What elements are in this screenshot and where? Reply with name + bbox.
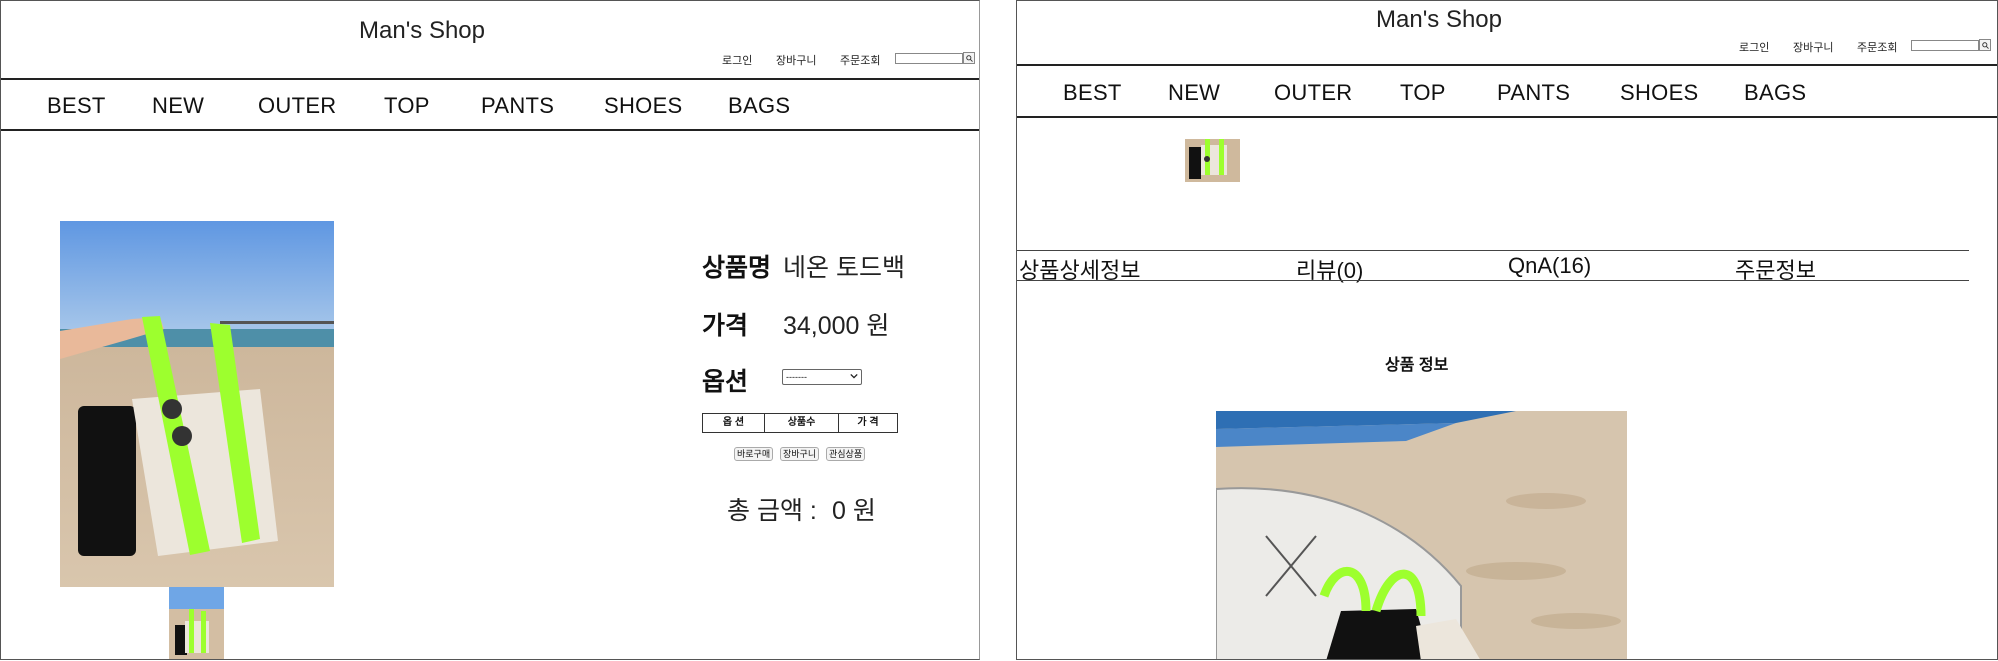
product-page-right: Man's Shop 로그인 장바구니 주문조회 BEST NEW OUTER … [1016, 0, 1998, 660]
login-link[interactable]: 로그인 [1739, 39, 1769, 55]
nav-top-divider [1017, 64, 1997, 66]
product-name-label: 상품명 [702, 254, 772, 282]
nav-bags[interactable]: BAGS [728, 93, 790, 119]
price-value: 34,000 원 [783, 312, 890, 340]
option-label: 옵션 [702, 368, 749, 396]
tab-bottom-divider [1017, 280, 1969, 281]
tab-top-divider [1017, 250, 1969, 251]
nav-outer[interactable]: OUTER [1274, 80, 1353, 106]
nav-bags[interactable]: BAGS [1744, 80, 1806, 106]
product-main-image [60, 221, 334, 587]
nav-pants[interactable]: PANTS [481, 93, 554, 119]
order-lookup-link[interactable]: 주문조회 [1857, 39, 1897, 55]
total-label: 총 금액 : [727, 497, 817, 525]
search-icon [1981, 41, 1989, 49]
price-label: 가격 [702, 312, 749, 340]
nav-new[interactable]: NEW [152, 93, 204, 119]
total-value: 0 원 [832, 497, 876, 525]
nav-shoes[interactable]: SHOES [604, 93, 683, 119]
col-option: 옵 션 [703, 414, 765, 432]
nav-best[interactable]: BEST [1063, 80, 1122, 106]
search-icon [965, 54, 973, 62]
product-thumbnail[interactable] [169, 587, 224, 659]
nav-pants[interactable]: PANTS [1497, 80, 1570, 106]
cart-link[interactable]: 장바구니 [1793, 39, 1833, 55]
buy-now-button[interactable]: 바로구매 [734, 447, 774, 461]
product-detail-image [1216, 411, 1627, 659]
product-thumbnail[interactable] [1185, 139, 1240, 182]
cart-link[interactable]: 장바구니 [776, 52, 816, 68]
shop-title[interactable]: Man's Shop [1376, 6, 1502, 34]
col-price: 가 격 [857, 417, 879, 428]
nav-bottom-divider [1, 129, 979, 131]
search-button[interactable] [963, 52, 975, 64]
search-input[interactable] [895, 53, 963, 64]
panel-gap [980, 0, 1016, 661]
search-input[interactable] [1911, 40, 1979, 51]
nav-best[interactable]: BEST [47, 93, 106, 119]
shop-title[interactable]: Man's Shop [359, 17, 485, 45]
add-to-cart-button[interactable]: 장바구니 [780, 447, 820, 461]
product-page-left: Man's Shop 로그인 장바구니 주문조회 BEST NEW OUTER … [0, 0, 980, 660]
nav-outer[interactable]: OUTER [258, 93, 337, 119]
search-button[interactable] [1979, 39, 1991, 51]
nav-top-divider [1, 78, 979, 80]
wishlist-button[interactable]: 관심상품 [826, 447, 866, 461]
option-select[interactable]: ------- [782, 369, 862, 385]
nav-top[interactable]: TOP [384, 93, 430, 119]
col-quantity: 상품수 [765, 414, 839, 432]
product-name-value: 네온 토드백 [783, 254, 905, 282]
tab-qna[interactable]: QnA(16) [1508, 253, 1591, 279]
login-link[interactable]: 로그인 [722, 52, 752, 68]
nav-new[interactable]: NEW [1168, 80, 1220, 106]
option-table-header: 옵 션 상품수 가 격 [702, 413, 898, 433]
order-lookup-link[interactable]: 주문조회 [840, 52, 880, 68]
chevron-down-icon [850, 373, 858, 379]
section-title: 상품 정보 [1385, 357, 1449, 374]
nav-shoes[interactable]: SHOES [1620, 80, 1699, 106]
option-select-value: ------- [786, 372, 807, 382]
nav-bottom-divider [1017, 116, 1997, 118]
nav-top[interactable]: TOP [1400, 80, 1446, 106]
